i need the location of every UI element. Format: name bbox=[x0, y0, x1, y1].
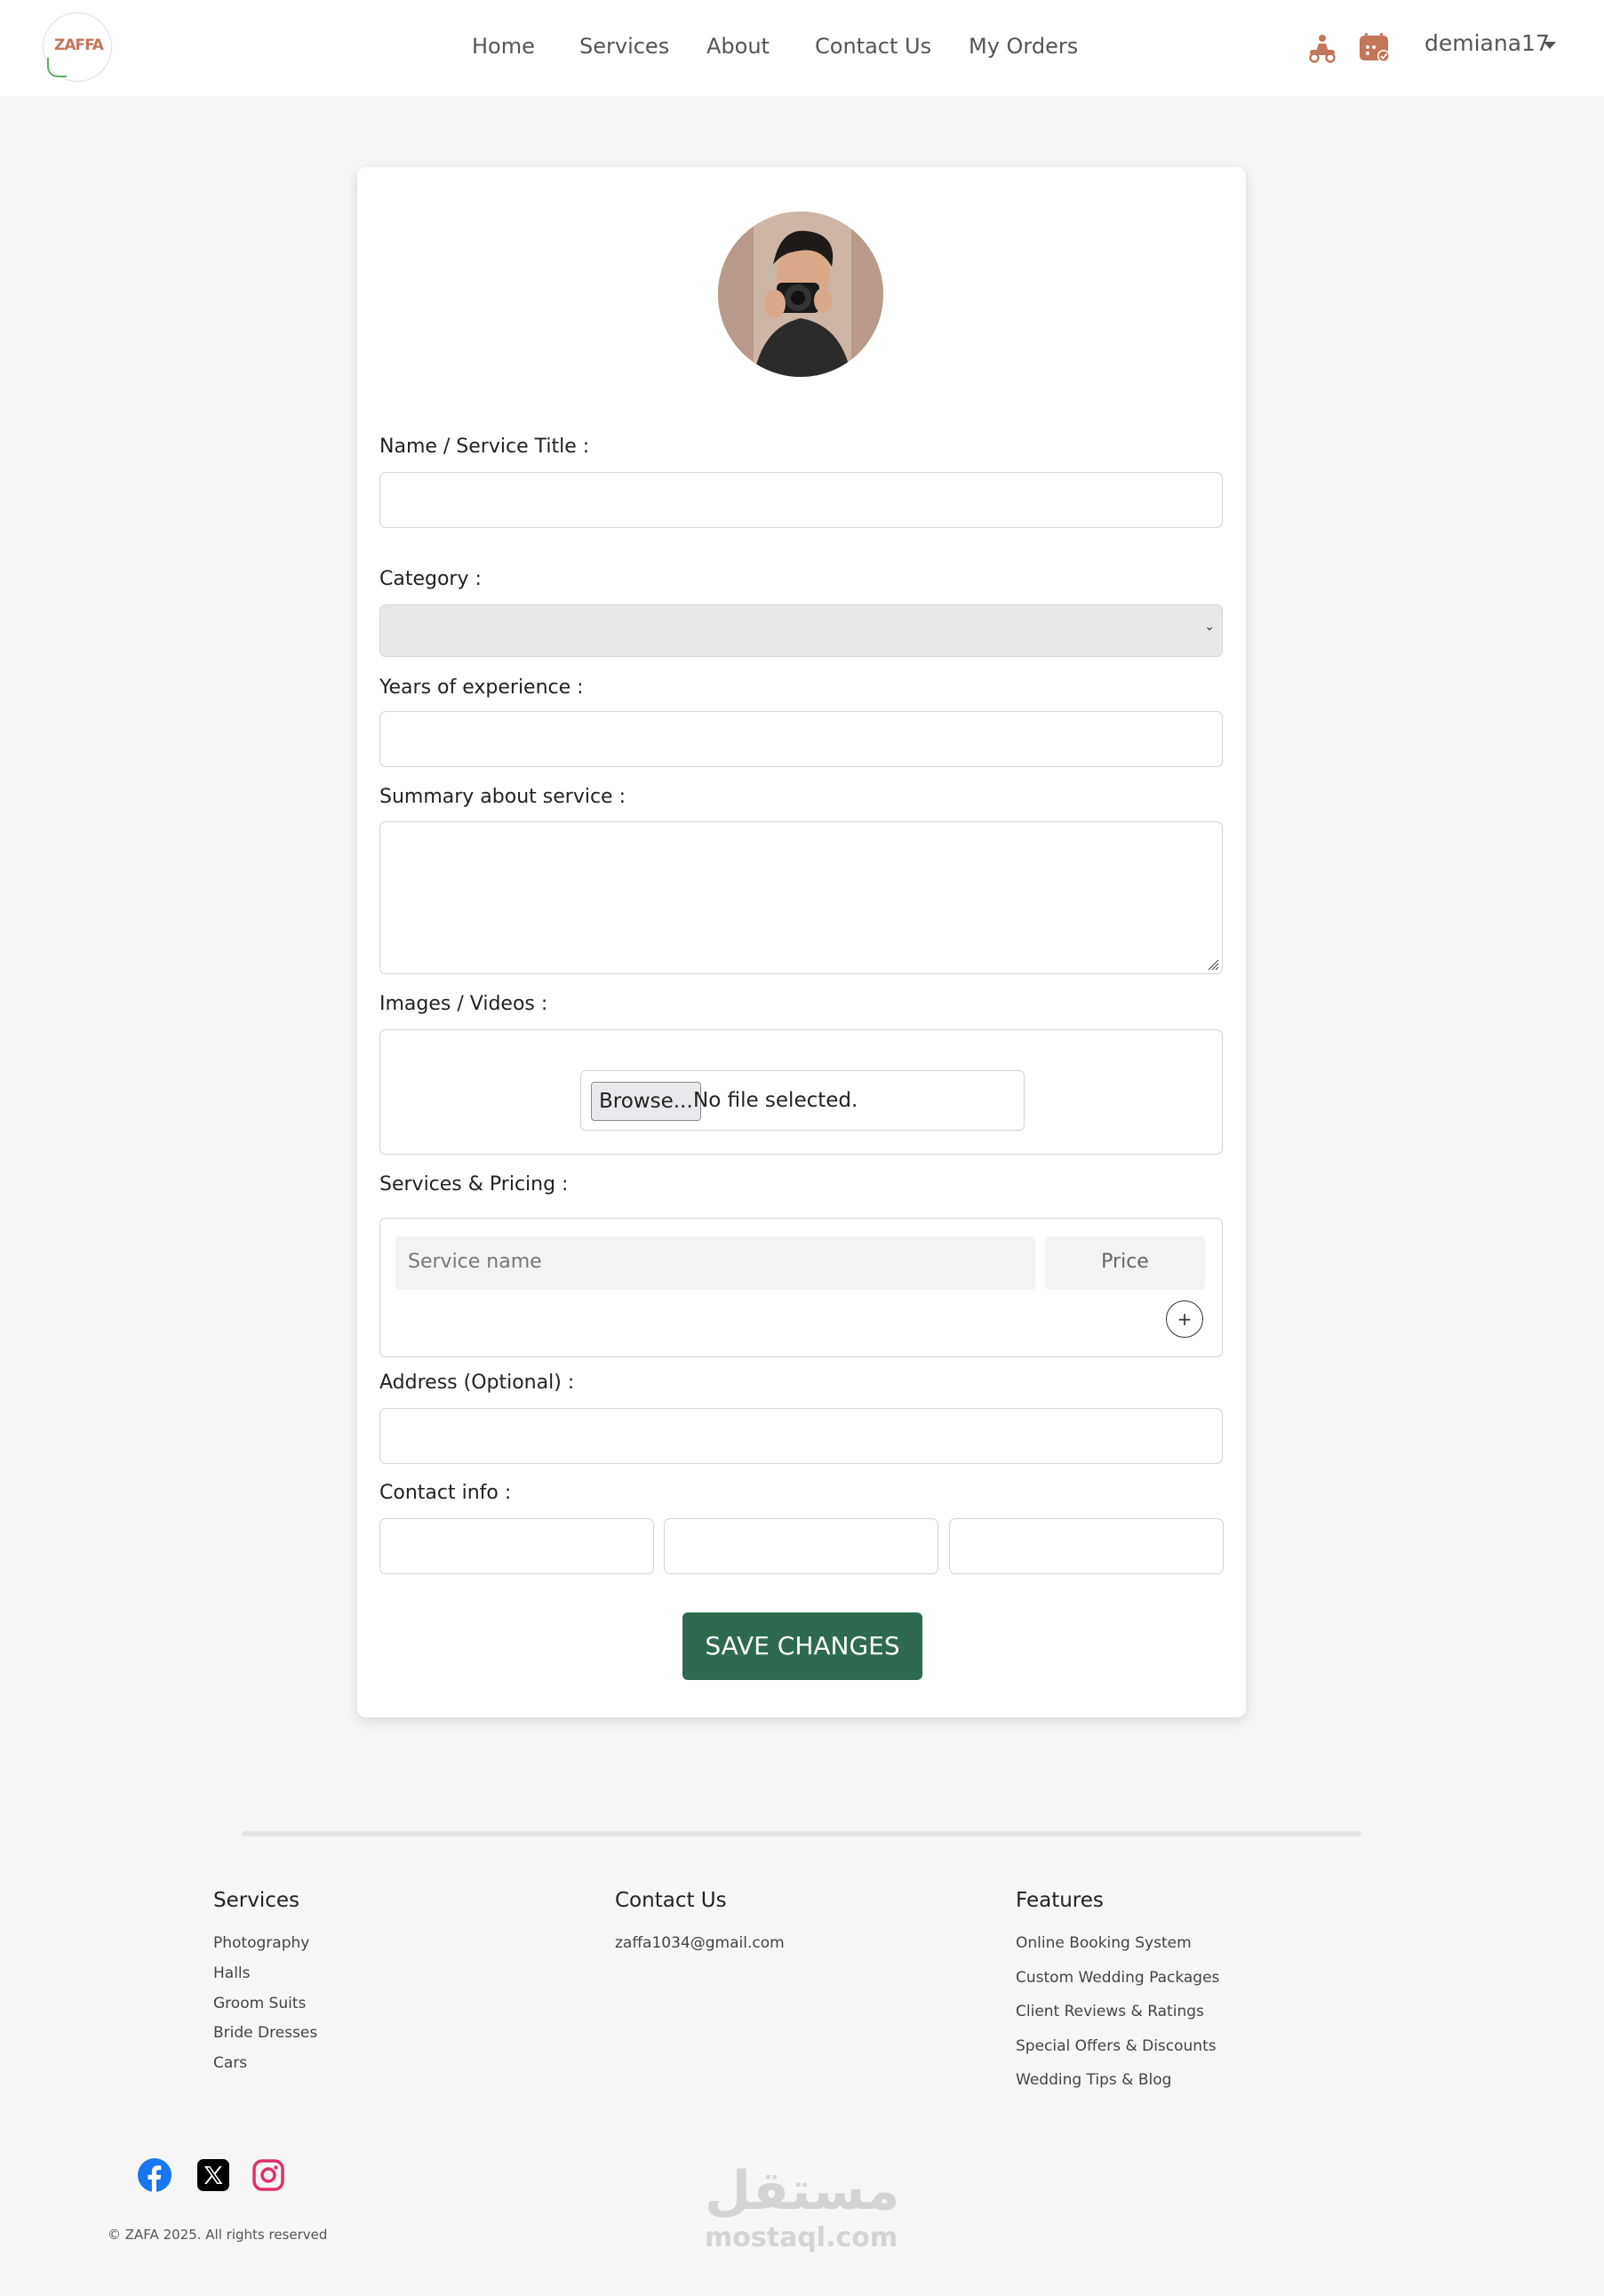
category-label: Category : bbox=[379, 568, 482, 590]
footer-feature-5[interactable]: Wedding Tips & Blog bbox=[1016, 2071, 1171, 2089]
price-placeholder: Price bbox=[1101, 1251, 1149, 1273]
footer-email[interactable]: zaffa1034@gmail.com bbox=[615, 1934, 785, 1952]
footer-link-halls[interactable]: Halls bbox=[213, 1964, 251, 1982]
chevron-down-icon: ⌄ bbox=[1204, 620, 1215, 634]
footer-feature-2[interactable]: Custom Wedding Packages bbox=[1016, 1969, 1219, 1987]
footer-contact-heading: Contact Us bbox=[615, 1889, 727, 1912]
media-upload-box: Browse... No file selected. bbox=[379, 1029, 1223, 1155]
address-input[interactable] bbox=[379, 1408, 1223, 1464]
user-menu[interactable]: demiana17 bbox=[1424, 30, 1550, 56]
experience-input[interactable] bbox=[379, 711, 1223, 767]
pricing-label: Services & Pricing : bbox=[379, 1173, 569, 1196]
footer-divider bbox=[242, 1831, 1361, 1836]
edit-profile-card: Name / Service Title : Category : ⌄ Year… bbox=[357, 167, 1246, 1717]
contact-label: Contact info : bbox=[379, 1482, 512, 1504]
service-name-placeholder: Service name bbox=[408, 1251, 542, 1273]
file-input[interactable]: Browse... No file selected. bbox=[580, 1070, 1025, 1131]
name-input[interactable] bbox=[379, 472, 1223, 528]
contact-input-1[interactable] bbox=[379, 1518, 654, 1574]
footer-link-groom-suits[interactable]: Groom Suits bbox=[213, 1995, 306, 2012]
experience-label: Years of experience : bbox=[379, 676, 584, 699]
nav-services[interactable]: Services bbox=[579, 34, 669, 59]
nav-about[interactable]: About bbox=[706, 34, 770, 59]
save-button[interactable]: SAVE CHANGES bbox=[682, 1612, 922, 1680]
footer-services-heading: Services bbox=[213, 1889, 299, 1912]
caret-down-icon[interactable] bbox=[1544, 42, 1556, 49]
price-input[interactable]: Price bbox=[1045, 1236, 1205, 1290]
service-name-input[interactable]: Service name bbox=[395, 1236, 1035, 1290]
footer-feature-1[interactable]: Online Booking System bbox=[1016, 1934, 1192, 1952]
browse-button[interactable]: Browse... bbox=[591, 1082, 701, 1121]
footer-feature-3[interactable]: Client Reviews & Ratings bbox=[1016, 2003, 1204, 2020]
copyright: © ZAFA 2025. All rights reserved bbox=[108, 2227, 328, 2243]
avatar[interactable] bbox=[718, 212, 883, 377]
media-label: Images / Videos : bbox=[379, 993, 548, 1015]
facebook-icon[interactable] bbox=[138, 2158, 172, 2192]
wedding-car-icon[interactable] bbox=[1305, 32, 1340, 64]
footer-feature-4[interactable]: Special Offers & Discounts bbox=[1016, 2037, 1217, 2055]
x-icon[interactable] bbox=[196, 2158, 230, 2192]
calendar-check-icon[interactable] bbox=[1357, 32, 1393, 64]
footer-link-bride-dresses[interactable]: Bride Dresses bbox=[213, 2024, 317, 2042]
watermark-arabic: مستقل bbox=[705, 2160, 900, 2222]
contact-input-2[interactable] bbox=[664, 1518, 938, 1574]
contact-input-3[interactable] bbox=[949, 1518, 1224, 1574]
navbar: ZAFFA Home Services About Contact Us My … bbox=[0, 0, 1604, 96]
watermark-latin: mostaql.com bbox=[705, 2222, 898, 2253]
nav-contact-us[interactable]: Contact Us bbox=[815, 34, 931, 59]
add-service-button[interactable]: + bbox=[1166, 1300, 1203, 1338]
resize-grip-icon[interactable] bbox=[1207, 958, 1219, 971]
footer-link-cars[interactable]: Cars bbox=[213, 2054, 247, 2072]
footer-link-photography[interactable]: Photography bbox=[213, 1934, 309, 1952]
summary-textarea[interactable] bbox=[379, 821, 1223, 974]
nav-my-orders[interactable]: My Orders bbox=[969, 34, 1078, 59]
pricing-box: Service name Price + bbox=[379, 1218, 1223, 1357]
plus-icon: + bbox=[1177, 1308, 1193, 1330]
instagram-icon[interactable] bbox=[251, 2158, 285, 2192]
summary-label: Summary about service : bbox=[379, 786, 626, 808]
file-status: No file selected. bbox=[693, 1089, 858, 1112]
name-label: Name / Service Title : bbox=[379, 436, 590, 458]
category-select[interactable]: ⌄ bbox=[379, 604, 1223, 657]
address-label: Address (Optional) : bbox=[379, 1372, 575, 1394]
footer-features-heading: Features bbox=[1016, 1889, 1104, 1912]
nav-home[interactable]: Home bbox=[472, 34, 535, 59]
